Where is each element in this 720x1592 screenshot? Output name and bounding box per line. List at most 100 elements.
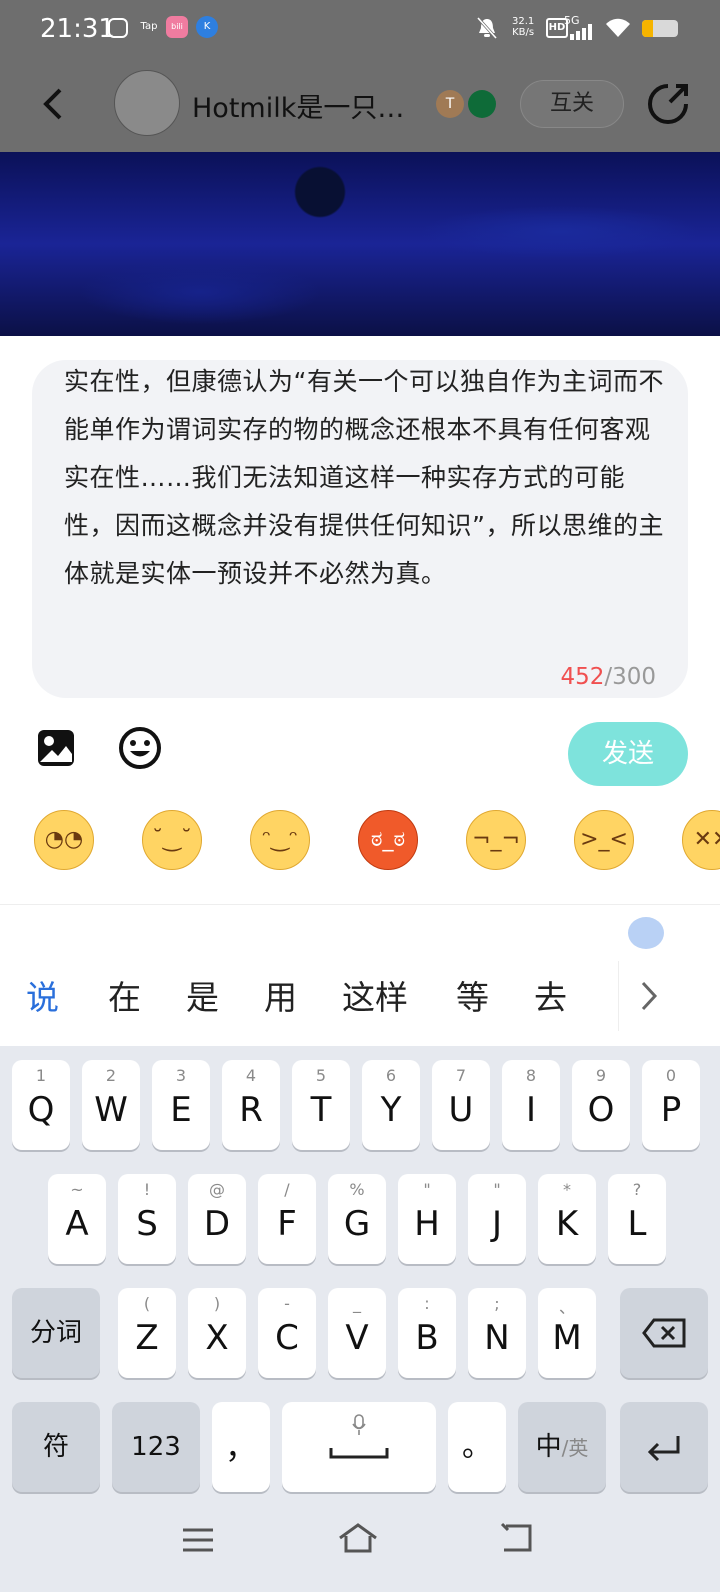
key-label: N: [484, 1318, 510, 1358]
key-s[interactable]: ! S: [118, 1174, 176, 1264]
key-label: X: [205, 1318, 229, 1358]
key-k[interactable]: * K: [538, 1174, 596, 1264]
key-label: E: [170, 1090, 192, 1130]
key-label: Y: [380, 1090, 402, 1130]
candidate-4[interactable]: 用: [264, 971, 297, 1019]
comment-input[interactable]: 实在性，但康德认为“有关一个可以独自作为主词而不能单作为谓词实存的物的概念还根本…: [32, 360, 688, 698]
key-l[interactable]: ? L: [608, 1174, 666, 1264]
numeric-key-label: 123: [131, 1432, 181, 1462]
menu-button[interactable]: [176, 1522, 220, 1566]
key-label: P: [660, 1090, 682, 1130]
home-icon: [339, 1523, 377, 1553]
key-sub: :: [424, 1294, 430, 1313]
language-toggle-key[interactable]: 中/英: [518, 1402, 606, 1492]
candidate-5[interactable]: 这样: [342, 971, 408, 1019]
key-y[interactable]: 6Y: [362, 1060, 420, 1150]
bili-icon: bili: [166, 16, 188, 38]
ime-mascot-icon[interactable]: [628, 917, 664, 949]
emoji-icon[interactable]: [118, 726, 162, 770]
key-r[interactable]: 4R: [222, 1060, 280, 1150]
key-label: M: [552, 1318, 582, 1358]
key-sub: -: [284, 1294, 290, 1313]
comment-text[interactable]: 实在性，但康德认为“有关一个可以独自作为主词而不能单作为谓词实存的物的概念还根本…: [64, 360, 664, 598]
symbol-key-label: 符: [42, 1432, 69, 1462]
key-sub: 6: [385, 1066, 397, 1085]
chevron-right-icon: [641, 981, 658, 1011]
key-label: H: [414, 1204, 440, 1244]
key-sub: ~: [70, 1180, 84, 1199]
key-x[interactable]: ) X: [188, 1288, 246, 1378]
key-m[interactable]: 、 M: [538, 1288, 596, 1378]
status-bar: 21:31 Tap bili K 32.1 KB/s HD 5G: [0, 0, 720, 56]
key-label: G: [343, 1204, 371, 1244]
mutual-follow-button[interactable]: 互关: [520, 80, 624, 128]
key-sub: 4: [245, 1066, 257, 1085]
key-j[interactable]: " J: [468, 1174, 526, 1264]
avatar[interactable]: [114, 70, 180, 136]
candidate-1[interactable]: 说: [26, 971, 59, 1019]
key-g[interactable]: % G: [328, 1174, 386, 1264]
key-c[interactable]: -C: [258, 1288, 316, 1378]
key-b[interactable]: :B: [398, 1288, 456, 1378]
sticker-exploding[interactable]: ✕✕: [682, 810, 720, 870]
lang-main: 中: [535, 1432, 562, 1462]
numeric-key[interactable]: 123: [112, 1402, 200, 1492]
key-label: S: [136, 1204, 158, 1244]
segment-key[interactable]: 分词: [12, 1288, 100, 1378]
key-v[interactable]: _ V: [328, 1288, 386, 1378]
sticker-thinking[interactable]: ◔◔: [34, 810, 94, 870]
key-u[interactable]: 7U: [432, 1060, 490, 1150]
sleepy-face-icon: >_<: [580, 827, 628, 852]
share-button[interactable]: [646, 82, 690, 126]
key-i[interactable]: 8I: [502, 1060, 560, 1150]
char-counter: 452/300: [560, 664, 656, 690]
candidate-6[interactable]: 等: [456, 971, 489, 1019]
key-label: Q: [27, 1090, 55, 1130]
sticker-angry[interactable]: ಠ_ಠ: [358, 810, 418, 870]
key-sub: @: [209, 1180, 225, 1199]
key-sub: _: [353, 1294, 361, 1313]
network-speed: 32.1 KB/s: [512, 16, 534, 38]
sticker-smirk-chin[interactable]: ˘‿˘: [142, 810, 202, 870]
sticker-sly-smile[interactable]: ᵔ‿ᵔ: [250, 810, 310, 870]
key-label: K: [555, 1204, 579, 1244]
sticker-side-eye[interactable]: ¬_¬: [466, 810, 526, 870]
key-w[interactable]: 2W: [82, 1060, 140, 1150]
verified-badge-icon: [468, 90, 496, 118]
key-sub: /: [284, 1180, 290, 1199]
period-key[interactable]: 。: [448, 1402, 506, 1492]
backspace-key[interactable]: [620, 1288, 708, 1378]
space-key[interactable]: [282, 1402, 436, 1492]
key-o[interactable]: 9O: [572, 1060, 630, 1150]
key-z[interactable]: (Z: [118, 1288, 176, 1378]
enter-key[interactable]: [620, 1402, 708, 1492]
key-sub: 3: [175, 1066, 187, 1085]
candidate-7[interactable]: 去: [534, 971, 567, 1019]
candidate-3[interactable]: 是: [186, 971, 219, 1019]
language-toggle-label: 中/英: [518, 1402, 606, 1492]
key-n[interactable]: ; N: [468, 1288, 526, 1378]
sticker-sleepy[interactable]: >_<: [574, 810, 634, 870]
key-e[interactable]: 3E: [152, 1060, 210, 1150]
back-nav-button[interactable]: [494, 1522, 538, 1566]
back-button[interactable]: [36, 84, 76, 124]
symbol-key[interactable]: 符: [12, 1402, 100, 1492]
candidate-bar: 说 在 是 用 这样 等 去: [0, 904, 720, 1047]
key-h[interactable]: " H: [398, 1174, 456, 1264]
home-button[interactable]: [336, 1522, 380, 1566]
candidate-2[interactable]: 在: [108, 971, 141, 1019]
key-q[interactable]: 1Q: [12, 1060, 70, 1150]
key-sub: ": [423, 1180, 431, 1199]
key-d[interactable]: @ D: [188, 1174, 246, 1264]
page-title[interactable]: Hotmilk是一只…: [192, 86, 422, 125]
expand-candidates-button[interactable]: [618, 961, 679, 1031]
smirk-chin-face-icon: ˘‿˘: [152, 827, 192, 852]
key-p[interactable]: 0P: [642, 1060, 700, 1150]
comma-key[interactable]: ，: [212, 1402, 270, 1492]
key-label: V: [345, 1318, 369, 1358]
send-button[interactable]: 发送: [568, 722, 688, 786]
image-icon[interactable]: [36, 728, 76, 768]
key-a[interactable]: ~ A: [48, 1174, 106, 1264]
key-t[interactable]: 5T: [292, 1060, 350, 1150]
key-f[interactable]: / F: [258, 1174, 316, 1264]
